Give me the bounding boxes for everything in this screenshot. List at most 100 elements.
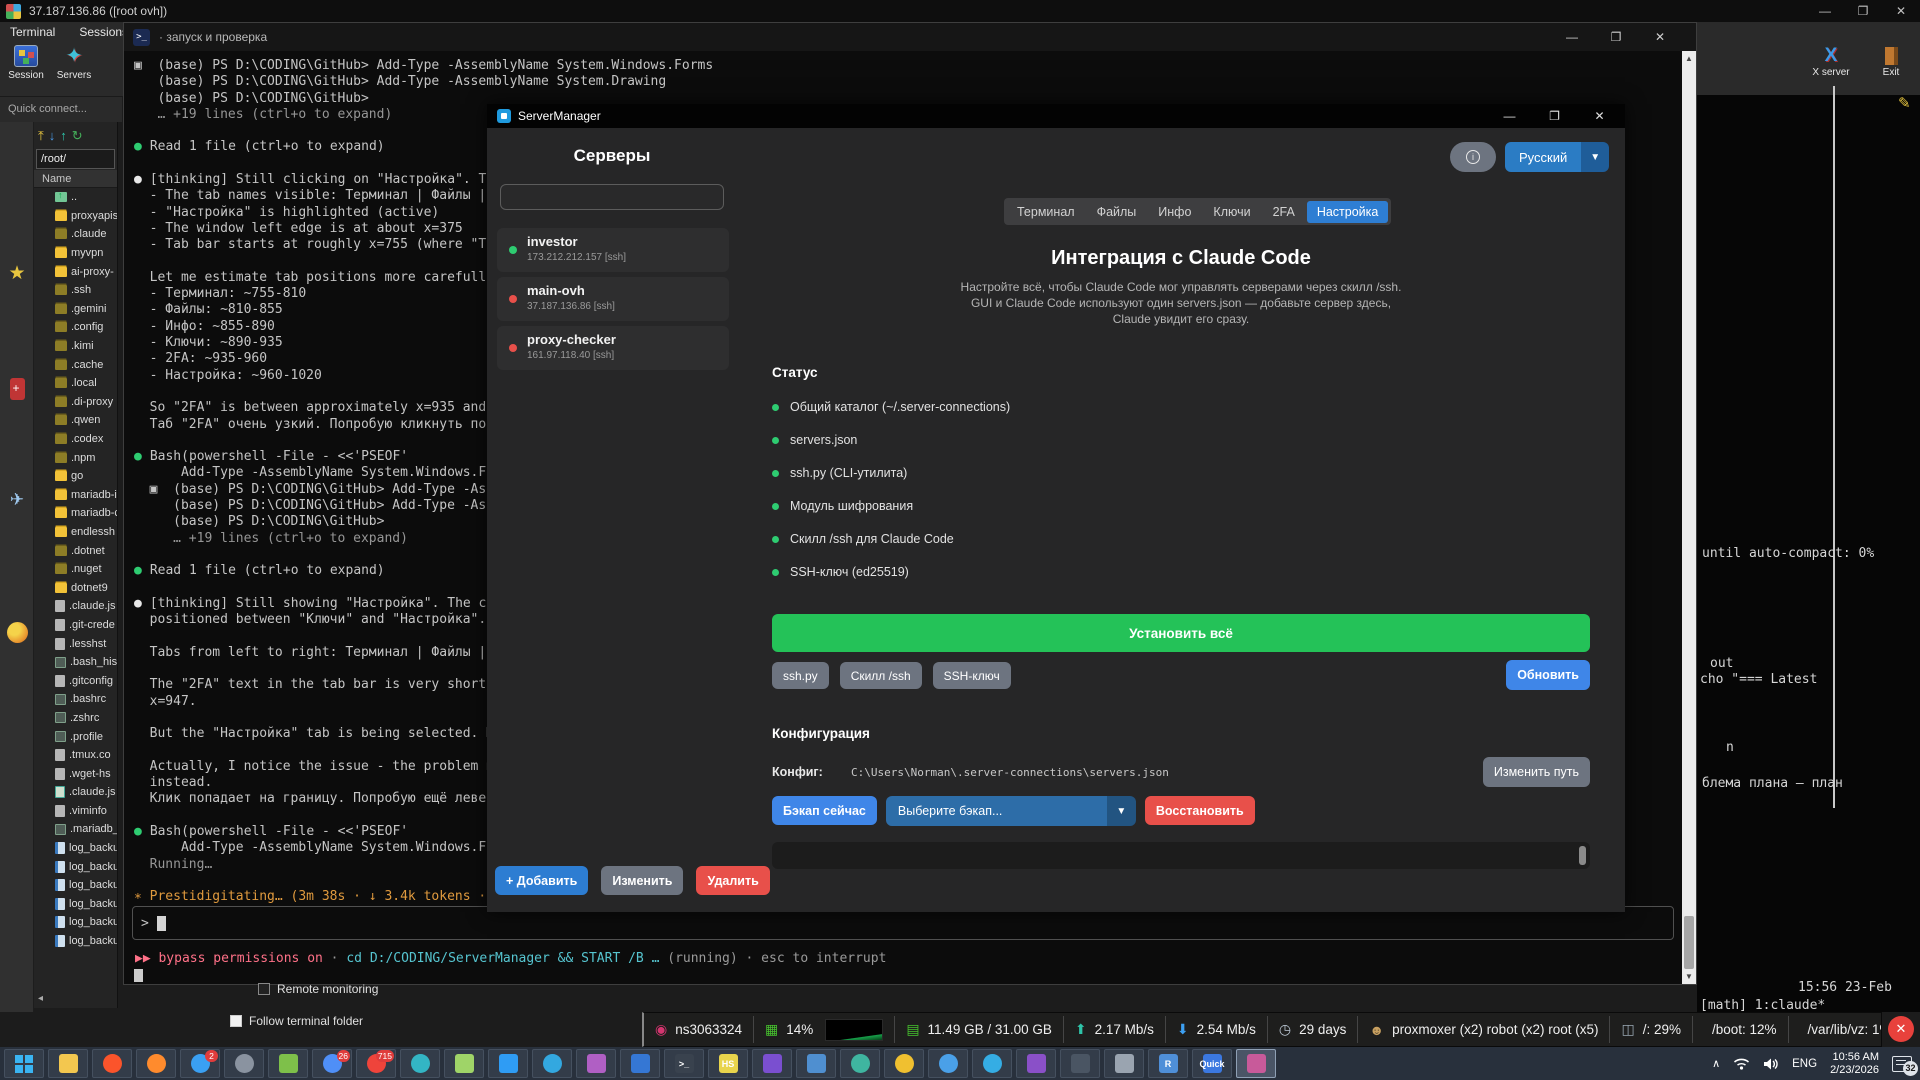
server-action-button[interactable]: Изменить bbox=[601, 866, 683, 895]
tree-item[interactable]: .gitconfig bbox=[34, 671, 117, 690]
taskbar-app-icon[interactable]: R bbox=[1148, 1049, 1188, 1078]
servers-button[interactable]: ✦ Servers bbox=[50, 45, 98, 81]
tree-item[interactable]: .wget-hs bbox=[34, 764, 117, 783]
tree-item[interactable]: .profile bbox=[34, 727, 117, 746]
tree-column-header[interactable]: Name bbox=[34, 170, 117, 188]
component-button[interactable]: SSH-ключ bbox=[933, 662, 1011, 689]
server-search-input[interactable] bbox=[500, 184, 724, 210]
server-list-item[interactable]: investor 173.212.212.157 [ssh] bbox=[497, 228, 729, 272]
close-icon[interactable]: ✕ bbox=[1577, 104, 1622, 128]
tree-item[interactable]: ai-proxy- bbox=[34, 262, 117, 281]
taskbar-app-icon[interactable] bbox=[972, 1049, 1012, 1078]
taskbar-app-icon[interactable]: Quick bbox=[1192, 1049, 1232, 1078]
taskbar-app-icon[interactable]: 715 bbox=[356, 1049, 396, 1078]
notifications-icon[interactable]: 32 bbox=[1892, 1056, 1912, 1072]
minimize-icon[interactable]: — bbox=[1487, 104, 1532, 128]
tree-item[interactable]: .tmux.co bbox=[34, 746, 117, 765]
minimize-icon[interactable]: — bbox=[1806, 0, 1844, 22]
menu-terminal[interactable]: Terminal bbox=[10, 25, 55, 39]
taskbar-app-icon[interactable] bbox=[92, 1049, 132, 1078]
taskbar-app-icon[interactable] bbox=[268, 1049, 308, 1078]
tree-item[interactable]: .mariadb_ bbox=[34, 820, 117, 839]
tree-item[interactable]: mariadb-i bbox=[34, 486, 117, 505]
tab[interactable]: Настройка bbox=[1307, 201, 1389, 223]
tab[interactable]: Файлы bbox=[1087, 201, 1147, 223]
close-icon[interactable]: ✕ bbox=[1638, 23, 1682, 51]
wifi-icon[interactable] bbox=[1733, 1057, 1750, 1070]
tree-item[interactable]: .git-crede bbox=[34, 616, 117, 635]
clock[interactable]: 10:56 AM 2/23/2026 bbox=[1830, 1051, 1879, 1077]
taskbar-app-icon[interactable]: 26 bbox=[312, 1049, 352, 1078]
start-button[interactable] bbox=[4, 1049, 44, 1078]
upload-icon[interactable]: ↑ bbox=[60, 129, 67, 142]
taskbar-app-icon[interactable] bbox=[1060, 1049, 1100, 1078]
taskbar-app-icon[interactable] bbox=[884, 1049, 924, 1078]
taskbar-app-icon[interactable] bbox=[1016, 1049, 1056, 1078]
tree-item[interactable]: .claude.js bbox=[34, 783, 117, 802]
taskbar-app-icon[interactable] bbox=[136, 1049, 176, 1078]
minimize-icon[interactable]: — bbox=[1550, 23, 1594, 51]
remote-monitoring-checkbox[interactable]: Remote monitoring bbox=[258, 982, 378, 996]
tree-item[interactable]: .qwen bbox=[34, 411, 117, 430]
terminal-scrollbar[interactable]: ▲ ▼ bbox=[1682, 51, 1696, 984]
taskbar-app-icon[interactable]: >_ bbox=[664, 1049, 704, 1078]
tree-item[interactable]: .config bbox=[34, 318, 117, 337]
tree-item[interactable]: log_backu bbox=[34, 913, 117, 932]
tab[interactable]: 2FA bbox=[1263, 201, 1305, 223]
server-action-button[interactable]: + Добавить bbox=[495, 866, 588, 895]
close-icon[interactable]: ✕ bbox=[1882, 0, 1920, 22]
tree-item[interactable]: .di-proxy bbox=[34, 393, 117, 412]
taskbar-app-icon[interactable] bbox=[1104, 1049, 1144, 1078]
refresh-icon[interactable]: ↻ bbox=[72, 129, 83, 142]
tree-item[interactable]: .. bbox=[34, 188, 117, 207]
tree-item[interactable]: .nuget bbox=[34, 560, 117, 579]
taskbar-app-icon[interactable]: HS bbox=[708, 1049, 748, 1078]
tree-item[interactable]: .gemini bbox=[34, 300, 117, 319]
language-dropdown[interactable]: Русский ▼ bbox=[1505, 142, 1609, 172]
volume-icon[interactable] bbox=[1763, 1057, 1779, 1071]
taskbar-app-icon[interactable] bbox=[576, 1049, 616, 1078]
tree-item[interactable]: myvpn bbox=[34, 244, 117, 263]
tree-item[interactable]: .kimi bbox=[34, 337, 117, 356]
change-path-button[interactable]: Изменить путь bbox=[1483, 757, 1590, 787]
tab[interactable]: Ключи bbox=[1203, 201, 1260, 223]
tools-knife-icon[interactable] bbox=[0, 378, 34, 405]
x-server-button[interactable]: X X server bbox=[1808, 45, 1854, 78]
server-list-item[interactable]: main-ovh 37.187.136.86 [ssh] bbox=[497, 277, 729, 321]
tree-scroll-left-icon[interactable]: ◂ bbox=[38, 993, 43, 1004]
scroll-up-icon[interactable]: ▲ bbox=[1682, 54, 1696, 63]
tree-item[interactable]: .npm bbox=[34, 448, 117, 467]
tree-item[interactable]: log_backu bbox=[34, 932, 117, 951]
taskbar-app-icon[interactable] bbox=[1236, 1049, 1276, 1078]
quick-connect-input[interactable]: Quick connect... bbox=[0, 97, 122, 122]
tree-item[interactable]: .cache bbox=[34, 355, 117, 374]
tree-item[interactable]: .ssh bbox=[34, 281, 117, 300]
session-button[interactable]: Session bbox=[2, 45, 50, 81]
info-button[interactable]: i bbox=[1450, 142, 1496, 172]
path-input[interactable]: /root/ bbox=[36, 149, 115, 169]
tree-item[interactable]: log_backu bbox=[34, 876, 117, 895]
refresh-button[interactable]: Обновить bbox=[1506, 660, 1590, 690]
terminal-titlebar[interactable]: >_ · запуск и проверка bbox=[124, 23, 1696, 51]
globe-icon[interactable] bbox=[0, 622, 34, 648]
scrollbar-thumb[interactable] bbox=[1579, 846, 1586, 865]
taskbar-app-icon[interactable] bbox=[48, 1049, 88, 1078]
server-list-item[interactable]: proxy-checker 161.97.118.40 [ssh] bbox=[497, 326, 729, 370]
taskbar-app-icon[interactable] bbox=[840, 1049, 880, 1078]
scroll-down-icon[interactable]: ▼ bbox=[1682, 972, 1696, 981]
taskbar-app-icon[interactable] bbox=[928, 1049, 968, 1078]
tree-item[interactable]: .claude bbox=[34, 225, 117, 244]
tree-item[interactable]: .zshrc bbox=[34, 709, 117, 728]
tree-item[interactable]: log_backu bbox=[34, 839, 117, 858]
tree-item[interactable]: .viminfo bbox=[34, 802, 117, 821]
tree-item[interactable]: go bbox=[34, 467, 117, 486]
servermanager-titlebar[interactable]: ServerManager bbox=[487, 104, 1625, 128]
restore-icon[interactable]: ❐ bbox=[1594, 23, 1638, 51]
paper-plane-icon[interactable]: ✈ bbox=[0, 490, 34, 510]
download-icon[interactable]: ↓ bbox=[49, 129, 56, 142]
folder-up-icon[interactable]: ⤒ bbox=[38, 129, 44, 142]
restore-icon[interactable]: ❐ bbox=[1844, 0, 1882, 22]
restore-button[interactable]: Восстановить bbox=[1145, 796, 1255, 825]
tree-item[interactable]: .local bbox=[34, 374, 117, 393]
tree-item[interactable]: proxyapis bbox=[34, 207, 117, 226]
